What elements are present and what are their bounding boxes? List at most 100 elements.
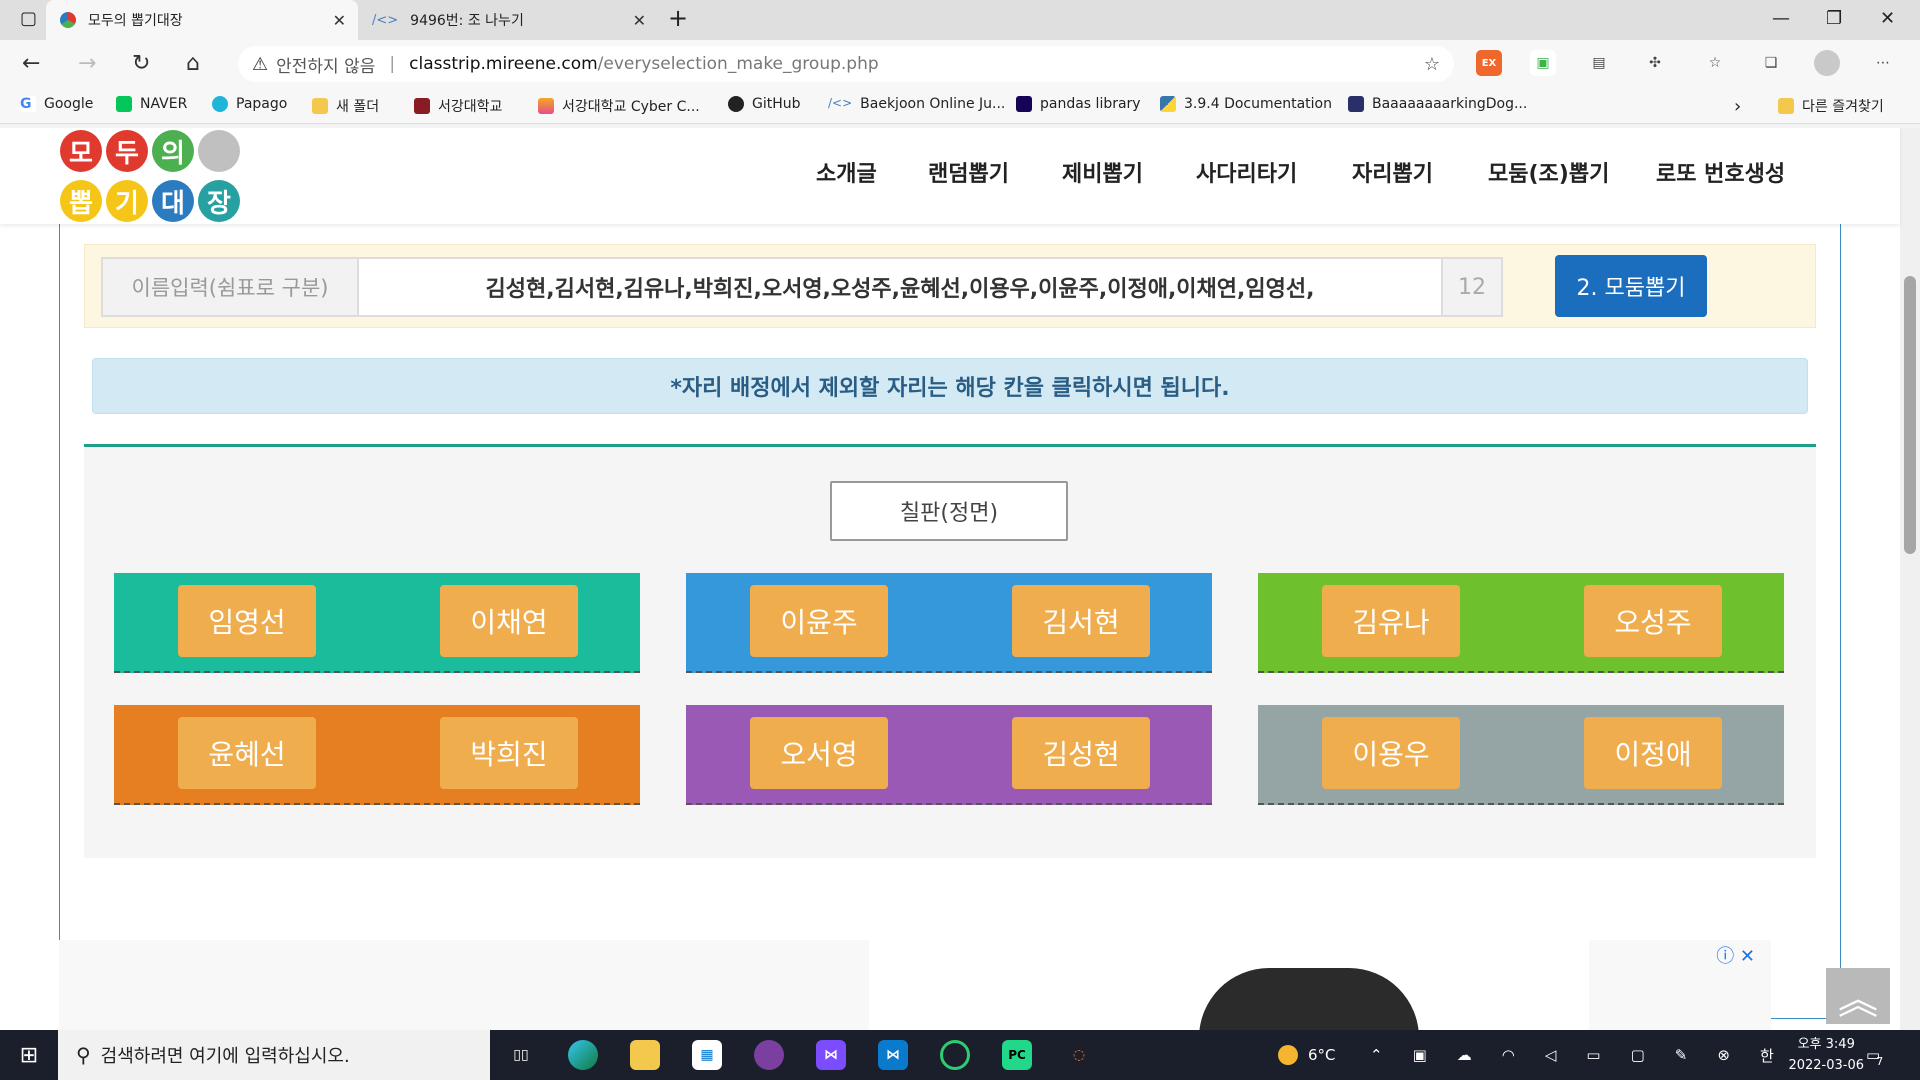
tray-volume-icon[interactable]: ◁ (1545, 1046, 1557, 1064)
bookmarks-overflow-chevron-icon[interactable]: › (1734, 96, 1741, 117)
scroll-to-top-button[interactable]: ︽ (1826, 968, 1890, 1024)
seat[interactable]: 윤혜선 (178, 717, 316, 789)
seat[interactable]: 이채연 (440, 585, 578, 657)
ad-info-icon[interactable]: ⓘ ✕ (1716, 942, 1755, 968)
seat[interactable]: 이용우 (1322, 717, 1460, 789)
sogang-icon (414, 98, 430, 114)
weather-widget[interactable]: 6°C (1278, 1030, 1336, 1080)
new-tab-icon[interactable]: + (668, 4, 688, 32)
close-tab-icon[interactable]: ✕ (333, 11, 346, 30)
bookmark-sogang-cyber[interactable]: 서강대학교 Cyber C... (538, 96, 700, 116)
maximize-icon[interactable]: ❐ (1826, 8, 1842, 29)
group-6[interactable]: 이용우 이정애 (1258, 705, 1784, 805)
menu-lotto[interactable]: 로또 번호생성 (1656, 156, 1785, 188)
more-menu-icon[interactable]: ⋯ (1870, 50, 1896, 76)
menu-seat-pick[interactable]: 자리뽑기 (1352, 156, 1433, 188)
collections-icon[interactable]: ❏ (1758, 50, 1784, 76)
github-desktop-icon[interactable] (754, 1040, 784, 1070)
menu-group-pick[interactable]: 모둠(조)뽑기 (1488, 156, 1609, 188)
bookmark-python-docs[interactable]: 3.9.4 Documentation (1160, 96, 1332, 112)
favorites-icon[interactable]: ☆ (1702, 50, 1728, 76)
home-icon[interactable]: ⌂ (186, 52, 200, 76)
pandas-icon (1016, 96, 1032, 112)
seat[interactable]: 박희진 (440, 717, 578, 789)
bookmark-pandas[interactable]: pandas library (1016, 96, 1141, 112)
close-window-icon[interactable]: ✕ (1880, 8, 1895, 29)
naver-icon (116, 96, 132, 112)
seat[interactable]: 오서영 (750, 717, 888, 789)
tray-close-circle-icon[interactable]: ⊗ (1717, 1046, 1730, 1064)
bookmark-sogang[interactable]: 서강대학교 (414, 96, 502, 116)
close-tab-icon[interactable]: ✕ (633, 11, 646, 30)
bookmark-new-folder[interactable]: 새 폴더 (312, 96, 379, 116)
bookmark-other-favorites[interactable]: 다른 즐겨찾기 (1778, 96, 1884, 116)
visual-studio-icon[interactable]: ⋈ (816, 1040, 846, 1070)
bookmark-naver[interactable]: NAVER (116, 96, 187, 112)
taskbar-clock[interactable]: 오후 3:49 2022-03-06 (1788, 1034, 1864, 1076)
menu-intro[interactable]: 소개글 (816, 156, 877, 188)
edge-icon[interactable] (568, 1040, 598, 1070)
tab-actions-icon[interactable]: ▢ (20, 8, 37, 29)
ime-indicator[interactable]: 한 (1760, 1045, 1774, 1066)
group-1[interactable]: 임영선 이채연 (114, 573, 640, 673)
seat[interactable]: 임영선 (178, 585, 316, 657)
notification-center[interactable]: ▭ 7 (1866, 1030, 1883, 1080)
group-2[interactable]: 이윤주 김서현 (686, 573, 1212, 673)
store-icon[interactable]: ▦ (692, 1040, 722, 1070)
windows-start-icon[interactable]: ⊞ (0, 1030, 58, 1080)
menu-random-pick[interactable]: 랜덤뽑기 (928, 156, 1009, 188)
puzzle-extensions-icon[interactable]: ✣ (1642, 50, 1668, 76)
forward-icon[interactable]: → (78, 52, 96, 76)
minimize-icon[interactable]: — (1772, 8, 1790, 29)
page-scrollbar[interactable] (1900, 128, 1920, 1030)
address-separator: | (389, 54, 396, 74)
seat[interactable]: 김서현 (1012, 585, 1150, 657)
address-row: ← → ↻ ⌂ ⚠ 안전하지 않음 | classtrip.mireene.co… (0, 40, 1920, 88)
group-4[interactable]: 윤혜선 박희진 (114, 705, 640, 805)
menu-lottery[interactable]: 제비뽑기 (1062, 156, 1143, 188)
tray-pen-icon[interactable]: ✎ (1675, 1046, 1688, 1064)
tray-cloud-icon[interactable]: ☁ (1457, 1046, 1472, 1064)
seat[interactable]: 이윤주 (750, 585, 888, 657)
menu-ladder[interactable]: 사다리타기 (1196, 156, 1297, 188)
green-ring-app-icon[interactable] (940, 1040, 970, 1070)
tray-app-icon[interactable]: ▣ (1413, 1046, 1427, 1064)
task-view-icon[interactable]: ▯▯ (506, 1040, 536, 1070)
pycharm-icon[interactable]: PC (1002, 1040, 1032, 1070)
refresh-icon[interactable]: ↻ (132, 52, 150, 76)
tray-network-icon[interactable]: ◠ (1502, 1046, 1515, 1064)
seat[interactable]: 이정애 (1584, 717, 1722, 789)
bookmark-github[interactable]: GitHub (728, 96, 801, 112)
make-group-button[interactable]: 2. 모둠뽑기 (1555, 255, 1707, 317)
tray-battery-icon[interactable]: ▭ (1586, 1046, 1600, 1064)
seat[interactable]: 오성주 (1584, 585, 1722, 657)
bookmark-google[interactable]: G Google (20, 96, 93, 112)
ex-extension-icon[interactable]: EX (1476, 50, 1502, 76)
bookmark-papago[interactable]: Papago (212, 96, 287, 112)
scrollbar-thumb[interactable] (1904, 276, 1916, 554)
site-logo[interactable]: 모 두 의 뽑 기 대 장 (60, 128, 246, 224)
profile-avatar[interactable] (1814, 50, 1840, 76)
add-favorite-icon[interactable]: ☆ (1424, 54, 1440, 75)
bookmark-baekjoon[interactable]: /<> Baekjoon Online Ju... (828, 96, 1005, 112)
tray-display-icon[interactable]: ▢ (1631, 1046, 1645, 1064)
group-3[interactable]: 김유나 오성주 (1258, 573, 1784, 673)
tray-chevron-up-icon[interactable]: ⌃ (1370, 1046, 1383, 1064)
tab-inactive[interactable]: /<> 9496번: 조 나누기 ✕ (358, 0, 658, 40)
seat[interactable]: 김유나 (1322, 585, 1460, 657)
green-extension-icon[interactable]: ▣ (1530, 50, 1556, 76)
group-5[interactable]: 오서영 김성현 (686, 705, 1212, 805)
jupyter-icon[interactable]: ◌ (1064, 1040, 1094, 1070)
weather-temp: 6°C (1308, 1046, 1336, 1064)
vscode-icon[interactable]: ⋈ (878, 1040, 908, 1070)
seat[interactable]: 김성현 (1012, 717, 1150, 789)
file-explorer-icon[interactable] (630, 1040, 660, 1070)
address-bar[interactable]: ⚠ 안전하지 않음 | classtrip.mireene.com /every… (238, 46, 1454, 82)
bookmark-barkingdog[interactable]: BaaaaaaaarkingDog... (1348, 96, 1527, 112)
back-icon[interactable]: ← (22, 52, 40, 76)
names-input[interactable]: 김성현,김서현,김유나,박희진,오서영,오성주,윤혜선,이용우,이윤주,이정애,… (357, 257, 1443, 317)
taskbar-search[interactable]: ⚲ 검색하려면 여기에 입력하십시오. (58, 1030, 490, 1080)
advertisement[interactable]: ⓘ ✕ (59, 940, 1771, 1030)
document-extension-icon[interactable]: ▤ (1586, 50, 1612, 76)
tab-active[interactable]: 모두의 뽑기대장 ✕ (46, 0, 358, 40)
